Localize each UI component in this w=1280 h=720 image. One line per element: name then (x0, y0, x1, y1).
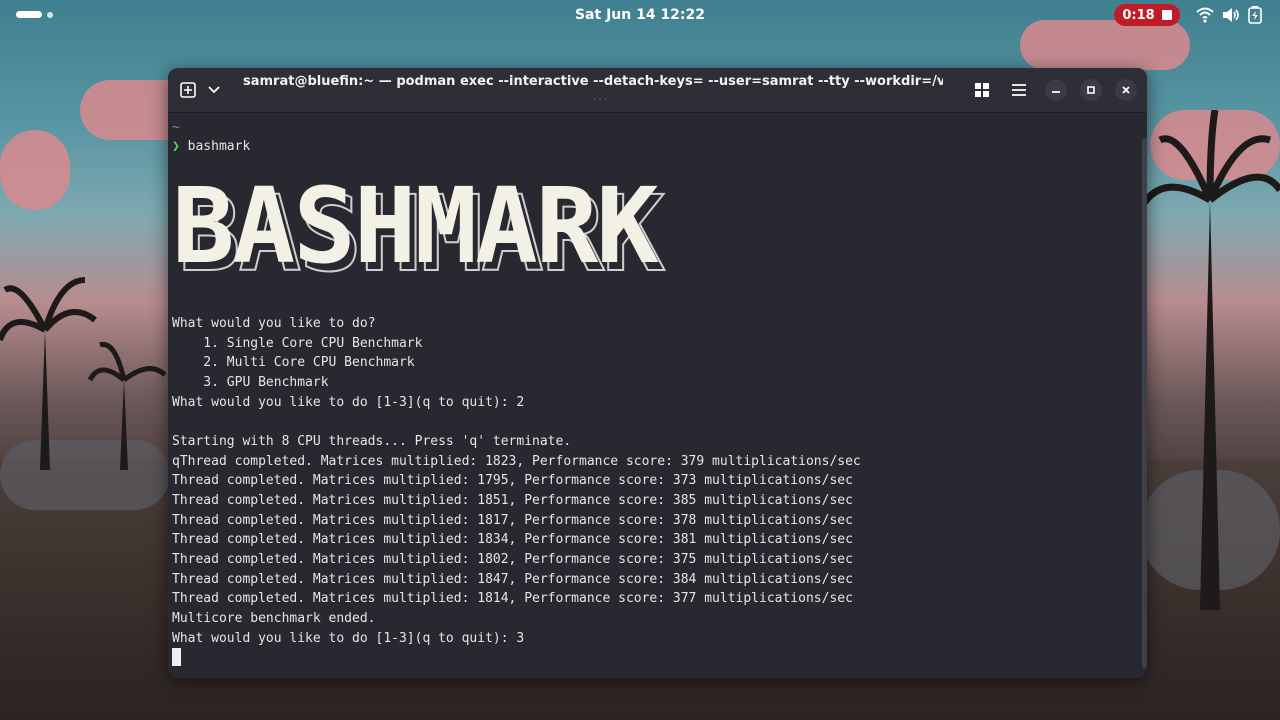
battery-icon (1248, 6, 1262, 24)
prompt-symbol: ❯ (172, 139, 180, 154)
text-cursor (172, 648, 181, 666)
activities-indicator[interactable] (16, 11, 53, 18)
stop-icon (1161, 10, 1172, 20)
maximize-button[interactable] (1080, 79, 1102, 101)
scrollbar[interactable] (1142, 138, 1147, 668)
output-line: Thread completed. Matrices multiplied: 1… (172, 473, 853, 488)
chevron-down-icon (208, 86, 220, 94)
output-line: Thread completed. Matrices multiplied: 1… (172, 591, 853, 606)
minimize-icon (1052, 91, 1060, 93)
output-line: qThread completed. Matrices multiplied: … (172, 454, 861, 469)
main-menu-button[interactable] (1008, 79, 1030, 101)
tab-overview-button[interactable] (971, 79, 993, 101)
top-bar: Sat Jun 14 12:22 0:18 (0, 0, 1280, 30)
minimize-button[interactable] (1045, 79, 1067, 101)
output-line: Thread completed. Matrices multiplied: 1… (172, 513, 853, 528)
output-line: What would you like to do [1-3](q to qui… (172, 395, 525, 410)
output-line: Thread completed. Matrices multiplied: 1… (172, 552, 853, 567)
output-line: 2. Multi Core CPU Benchmark (172, 355, 415, 370)
terminal-window: samrat@bluefin:~ — podman exec --interac… (168, 68, 1147, 678)
banner-text: BASHMARK (172, 165, 659, 287)
close-button[interactable] (1115, 79, 1137, 101)
grid-icon (975, 83, 989, 97)
output-line: What would you like to do? (172, 316, 376, 331)
window-title: samrat@bluefin:~ — podman exec --interac… (243, 74, 943, 89)
wifi-icon (1196, 7, 1214, 23)
plus-box-icon (180, 82, 196, 98)
output-line: Thread completed. Matrices multiplied: 1… (172, 532, 853, 547)
output-line: Thread completed. Matrices multiplied: 1… (172, 572, 853, 587)
output-line: What would you like to do [1-3](q to qui… (172, 631, 525, 646)
output-line: Starting with 8 CPU threads... Press 'q'… (172, 434, 572, 449)
clock[interactable]: Sat Jun 14 12:22 (575, 7, 705, 23)
title-bar[interactable]: samrat@bluefin:~ — podman exec --interac… (168, 68, 1147, 113)
command-text: bashmark (187, 139, 251, 154)
output-line: Thread completed. Matrices multiplied: 1… (172, 493, 853, 508)
new-tab-button[interactable] (178, 80, 198, 100)
volume-icon (1223, 8, 1239, 22)
output-line: 3. GPU Benchmark (172, 375, 329, 390)
hamburger-icon (1012, 84, 1026, 96)
output-line: 1. Single Core CPU Benchmark (172, 336, 423, 351)
system-tray[interactable] (1196, 6, 1262, 24)
output-line: Multicore benchmark ended. (172, 611, 376, 626)
cwd-indicator: ~ (172, 120, 180, 135)
tab-menu-button[interactable] (204, 80, 224, 100)
recording-time: 0:18 (1122, 7, 1155, 23)
command-line: ❯ bashmark (172, 139, 250, 155)
title-overflow-icon: · · · (593, 95, 608, 105)
ascii-banner: BASHMARK BASHMARK (172, 174, 742, 289)
screen-recording-indicator[interactable]: 0:18 (1114, 4, 1180, 26)
maximize-icon (1087, 86, 1095, 94)
close-icon (1122, 86, 1130, 94)
terminal-output[interactable]: ~ ❯ bashmark BASHMARK BASHMARK What woul… (172, 116, 1132, 676)
